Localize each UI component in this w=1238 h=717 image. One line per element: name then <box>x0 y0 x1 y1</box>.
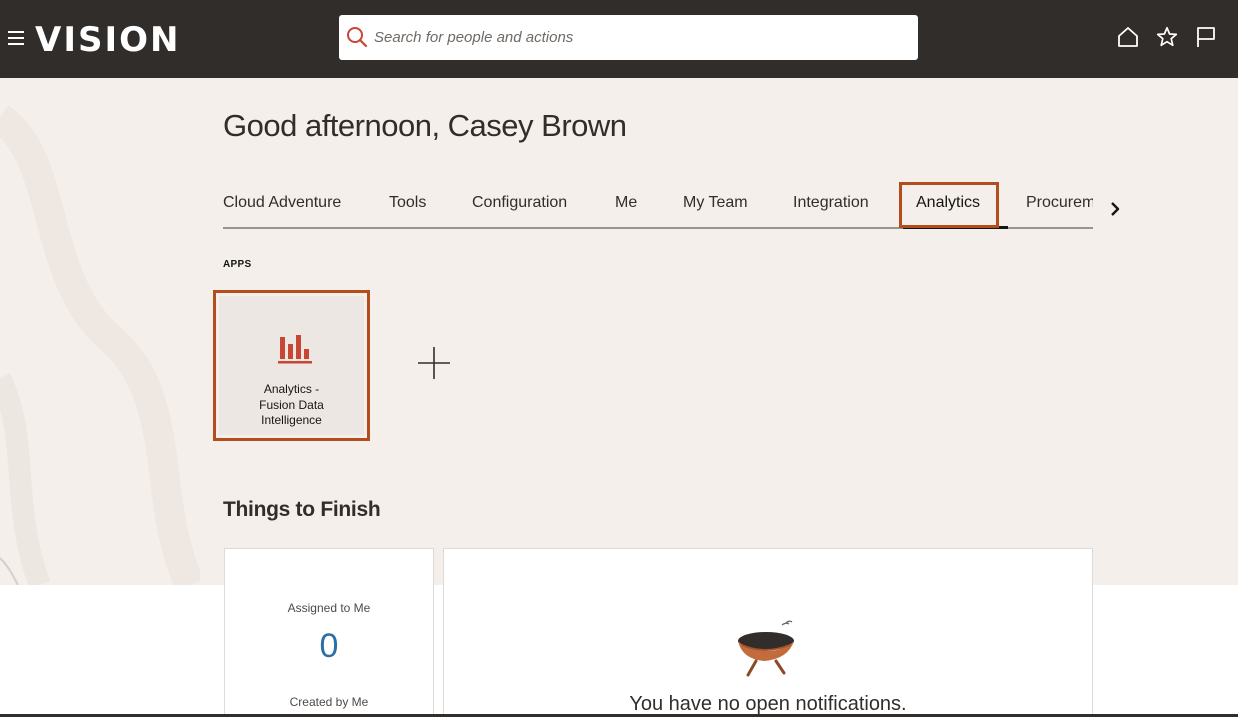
tab-cloud-adventure[interactable]: Cloud Adventure <box>223 194 341 212</box>
empty-nest-icon <box>738 620 794 677</box>
bar-chart-icon <box>278 335 312 364</box>
top-header: VISION <box>0 0 1238 78</box>
tab-configuration[interactable]: Configuration <box>472 194 567 212</box>
greeting-heading: Good afternoon, Casey Brown <box>223 108 627 143</box>
app-tile-body: Analytics - Fusion Data Intelligence <box>219 296 364 435</box>
things-to-finish-heading: Things to Finish <box>223 498 381 521</box>
tab-tools[interactable]: Tools <box>389 194 426 212</box>
tab-my-team[interactable]: My Team <box>683 194 748 212</box>
plus-icon[interactable] <box>417 346 451 380</box>
home-icon[interactable] <box>1116 25 1140 49</box>
tab-me[interactable]: Me <box>615 194 637 212</box>
decorative-swirl <box>0 105 200 585</box>
chevron-right-icon[interactable] <box>1105 199 1125 219</box>
app-tile-label-line2: Fusion Data <box>259 397 324 412</box>
app-tile-label-line3: Intelligence <box>261 413 322 427</box>
no-notifications-message: You have no open notifications. <box>629 693 907 715</box>
apps-heading: APPS <box>223 259 252 270</box>
active-tab-indicator <box>903 226 1008 229</box>
vision-logo[interactable]: VISION <box>35 18 180 62</box>
assigned-to-me-label: Assigned to Me <box>287 601 371 615</box>
app-tile-analytics-fdi[interactable]: Analytics - Fusion Data Intelligence <box>213 290 370 441</box>
search-icon <box>347 27 368 48</box>
notifications-card: You have no open notifications. <box>443 548 1093 717</box>
page-background <box>0 78 1238 585</box>
global-search[interactable] <box>339 15 918 60</box>
app-tile-label: Analytics - Fusion Data Intelligence <box>219 382 364 429</box>
assigned-count-link[interactable]: 0 <box>225 627 433 666</box>
star-icon[interactable] <box>1155 25 1179 49</box>
tab-procurement[interactable]: Procurem <box>1026 194 1093 212</box>
app-tile-label-line1: Analytics - <box>263 382 320 396</box>
search-input[interactable] <box>374 15 904 60</box>
menu-icon[interactable] <box>8 27 28 51</box>
tab-integration[interactable]: Integration <box>793 194 869 212</box>
flag-icon[interactable] <box>1194 25 1218 49</box>
assigned-summary-card: Assigned to Me 0 Created by Me <box>224 548 434 717</box>
created-by-me-label: Created by Me <box>289 695 369 709</box>
tab-analytics[interactable]: Analytics <box>916 194 980 212</box>
